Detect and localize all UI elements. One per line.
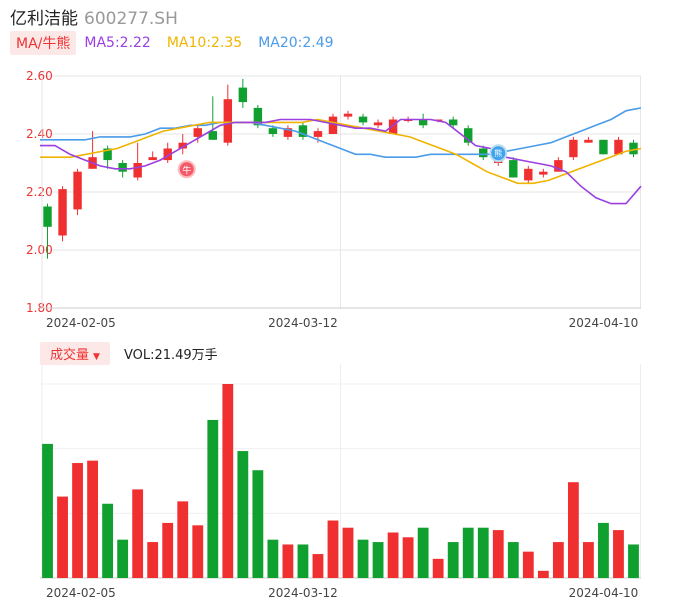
volume-bar (552, 542, 564, 578)
candle-body (509, 160, 518, 178)
volume-bar (402, 537, 414, 578)
volume-bar (417, 527, 429, 578)
price-x-tick-label: 2024-04-10 (569, 316, 639, 330)
candle-body (584, 139, 593, 143)
volume-bar (522, 551, 534, 578)
candle-body (43, 206, 52, 227)
candle-body (238, 87, 248, 103)
candle-body (118, 163, 127, 172)
price-tick-label: 2.00 (26, 243, 53, 257)
candle-body (418, 119, 428, 126)
volume-bar (507, 542, 519, 578)
volume-value: VOL:21.49万手 (123, 348, 218, 363)
volume-bar (432, 558, 444, 578)
volume-bar (162, 522, 174, 578)
stock-chart: 2.602.402.202.001.80牛熊2024-02-05 2024-03-… (26, 69, 642, 600)
candle-body (448, 119, 458, 126)
volume-bar (537, 570, 549, 578)
volume-bar (192, 525, 204, 578)
volume-x-tick-label: 2024-02-05 (46, 586, 116, 600)
candle-body (343, 113, 353, 117)
volume-bar (222, 384, 234, 578)
candle-body (73, 171, 82, 210)
price-x-tick-label: 2024-02-05 (46, 316, 116, 330)
volume-bar (42, 443, 53, 578)
candle-body (208, 131, 217, 140)
candle-body (479, 148, 488, 158)
candle-body (268, 128, 278, 134)
volume-bar (102, 503, 114, 578)
volume-button-label: 成交量 (50, 348, 90, 363)
volume-bar (598, 522, 609, 578)
volume-bar (567, 482, 579, 578)
volume-bar (297, 544, 309, 578)
volume-bar (492, 530, 504, 578)
volume-bar (252, 470, 264, 578)
candle-body (133, 163, 142, 178)
candle-body (569, 139, 578, 158)
candle-body (599, 139, 608, 155)
candle-body (539, 171, 548, 175)
volume-bar (327, 520, 339, 578)
caret-down-icon: ▼ (93, 352, 100, 362)
candle-body (524, 168, 533, 181)
volume-indicator-button[interactable]: 成交量 ▼ (40, 342, 110, 365)
candle-body (58, 189, 67, 236)
price-tick-label: 2.60 (26, 69, 53, 83)
candle-body (148, 157, 157, 161)
volume-bar (583, 542, 594, 578)
volume-legend: 成交量 ▼ VOL:21.49万手 (40, 342, 218, 365)
volume-bar (372, 542, 384, 578)
volume-x-tick-label: 2024-03-12 (268, 586, 338, 600)
candle-body (629, 142, 638, 155)
volume-bar (282, 544, 294, 578)
volume-bar (477, 527, 489, 578)
volume-bar (312, 554, 324, 578)
volume-bar (613, 530, 624, 578)
candle-body (328, 116, 338, 134)
candle-body (223, 99, 233, 143)
volume-bar (87, 460, 98, 578)
volume-bar (72, 463, 83, 578)
candle-body (193, 128, 202, 137)
price-x-tick-label: 2024-03-12 (268, 316, 338, 330)
volume-bar (357, 539, 369, 578)
volume-bar (447, 542, 459, 578)
candle-body (358, 116, 368, 123)
volume-bar (207, 419, 219, 578)
volume-bar (342, 527, 354, 578)
volume-bar (462, 527, 474, 578)
volume-bar (628, 544, 639, 578)
volume-bar (147, 542, 159, 578)
candle-body (373, 122, 383, 126)
volume-bar (132, 489, 144, 578)
volume-bar (177, 501, 189, 578)
volume-bar (237, 451, 249, 578)
candle-body (313, 131, 323, 137)
volume-bar (117, 539, 129, 578)
price-tick-label: 2.40 (26, 127, 53, 141)
volume-x-tick-label: 2024-04-10 (569, 586, 639, 600)
price-tick-label: 2.20 (26, 185, 53, 199)
bear-marker-label: 熊 (494, 148, 502, 158)
volume-bar (387, 532, 399, 578)
volume-bar (267, 539, 279, 578)
volume-bar (57, 496, 68, 578)
bull-marker-label: 牛 (182, 164, 191, 176)
